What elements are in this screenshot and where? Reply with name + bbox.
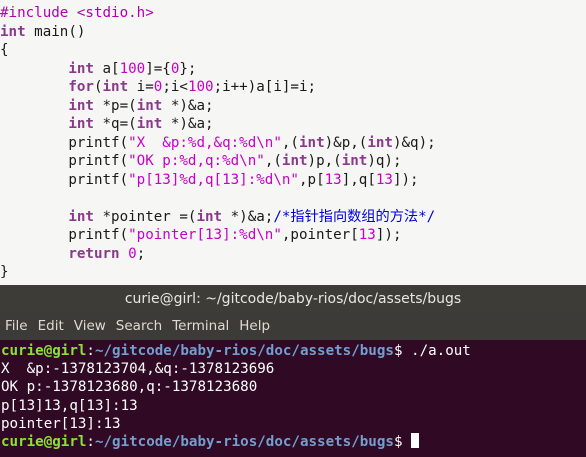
code-text: printf( bbox=[68, 153, 129, 169]
string-literal: "pointer[13]:%d\n" bbox=[128, 227, 282, 243]
terminal-menu-bar: File Edit View Search Terminal Help bbox=[0, 313, 586, 340]
code-text: ]={ bbox=[145, 60, 171, 77]
menu-view[interactable]: View bbox=[69, 313, 106, 340]
output-line: p[13]13,q[13]:13 bbox=[1, 397, 138, 414]
string-literal: "p[13]%d,q[13]:%d\n" bbox=[128, 171, 299, 188]
number-literal: 13 bbox=[358, 227, 376, 243]
code-text: ,( bbox=[281, 134, 299, 151]
code-text: ,( bbox=[264, 153, 282, 169]
output-line: pointer[13]:13 bbox=[1, 415, 121, 432]
terminal-cursor[interactable] bbox=[411, 433, 420, 449]
prompt-path: ~/gitcode/baby-rios/doc/assets/bugs bbox=[94, 434, 394, 451]
keyword: int bbox=[298, 134, 325, 151]
prompt-user: curie@girl bbox=[1, 343, 87, 359]
number-literal: 100 bbox=[187, 79, 214, 95]
code-text: )q); bbox=[367, 153, 402, 169]
code-text: printf( bbox=[68, 171, 129, 188]
prompt-path: ~/gitcode/baby-rios/doc/assets/bugs bbox=[94, 343, 394, 359]
code-text: ]); bbox=[392, 171, 419, 188]
keyword: int bbox=[281, 153, 308, 169]
code-text: ],q[ bbox=[341, 171, 376, 188]
string-literal: "OK p:%d,q:%d\n" bbox=[128, 153, 265, 169]
keyword: int bbox=[0, 23, 26, 40]
keyword: int bbox=[196, 208, 223, 225]
include-directive: #include <stdio.h> bbox=[0, 5, 154, 21]
code-comment: /*指针指向数组的方法*/ bbox=[273, 208, 436, 225]
code-text: }; bbox=[179, 60, 197, 77]
prompt-user: curie@girl bbox=[1, 434, 87, 451]
code-text: a[ bbox=[93, 60, 120, 77]
code-text: i= bbox=[128, 79, 154, 95]
number-literal: 0 bbox=[128, 245, 137, 262]
terminal-output[interactable]: curie@girl:~/gitcode/baby-rios/doc/asset… bbox=[0, 340, 586, 457]
code-text: *pointer =( bbox=[93, 208, 197, 225]
prompt-separator: : bbox=[86, 434, 95, 451]
number-literal: 13 bbox=[324, 171, 342, 188]
code-text: ; bbox=[136, 245, 146, 262]
terminal-title-bar[interactable]: curie@girl: ~/gitcode/baby-rios/doc/asse… bbox=[0, 285, 586, 313]
menu-edit[interactable]: Edit bbox=[33, 313, 64, 340]
code-text: *)&a; bbox=[222, 208, 274, 225]
code-text: ,p[ bbox=[298, 171, 325, 188]
menu-terminal[interactable]: Terminal bbox=[167, 313, 229, 340]
keyword: int bbox=[136, 97, 163, 114]
brace-open: { bbox=[0, 42, 9, 58]
keyword: return bbox=[68, 245, 120, 262]
prompt-separator: : bbox=[86, 343, 95, 359]
terminal-command: ./a.out bbox=[402, 343, 471, 359]
code-text: *)&a; bbox=[162, 116, 214, 132]
keyword: int bbox=[367, 134, 393, 151]
code-text: ]); bbox=[375, 227, 402, 243]
keyword: int bbox=[68, 116, 94, 132]
code-text: main() bbox=[25, 23, 86, 40]
menu-help[interactable]: Help bbox=[234, 313, 270, 340]
source-code[interactable]: #include <stdio.h> int main() { int a[10… bbox=[0, 4, 436, 282]
code-text: ( bbox=[93, 79, 103, 95]
code-text: ;i< bbox=[162, 79, 188, 95]
code-text: )&q); bbox=[392, 134, 436, 151]
code-text: printf( bbox=[68, 227, 129, 243]
number-literal: 13 bbox=[375, 171, 393, 188]
code-editor[interactable]: #include <stdio.h> int main() { int a[10… bbox=[0, 0, 586, 285]
keyword: int bbox=[341, 153, 368, 169]
keyword: int bbox=[68, 60, 94, 77]
keyword: int bbox=[136, 116, 163, 132]
prompt-tail bbox=[402, 434, 411, 450]
output-line: OK p:-1378123680,q:-1378123680 bbox=[1, 379, 258, 396]
code-text: *)&a; bbox=[162, 97, 214, 114]
code-text: )p,( bbox=[307, 153, 342, 169]
code-text: ;i++)a[i]=i; bbox=[213, 79, 317, 95]
code-text: printf( bbox=[68, 134, 129, 151]
number-literal: 100 bbox=[119, 60, 146, 77]
menu-file[interactable]: File bbox=[0, 313, 28, 340]
window-title: curie@girl: ~/gitcode/baby-rios/doc/asse… bbox=[124, 291, 462, 307]
output-line: X &p:-1378123704,&q:-1378123696 bbox=[1, 361, 275, 378]
menu-search[interactable]: Search bbox=[111, 313, 162, 340]
keyword: for bbox=[68, 79, 94, 95]
code-text: ,pointer[ bbox=[281, 227, 359, 243]
brace-close: } bbox=[0, 264, 9, 280]
code-text: *q=( bbox=[93, 116, 137, 132]
code-text: *p=( bbox=[93, 97, 137, 114]
keyword: int bbox=[68, 208, 94, 225]
keyword: int bbox=[68, 97, 94, 114]
keyword: int bbox=[102, 79, 129, 95]
code-text: )&p,( bbox=[324, 134, 368, 151]
string-literal: "X &p:%d,&q:%d\n" bbox=[128, 134, 282, 151]
